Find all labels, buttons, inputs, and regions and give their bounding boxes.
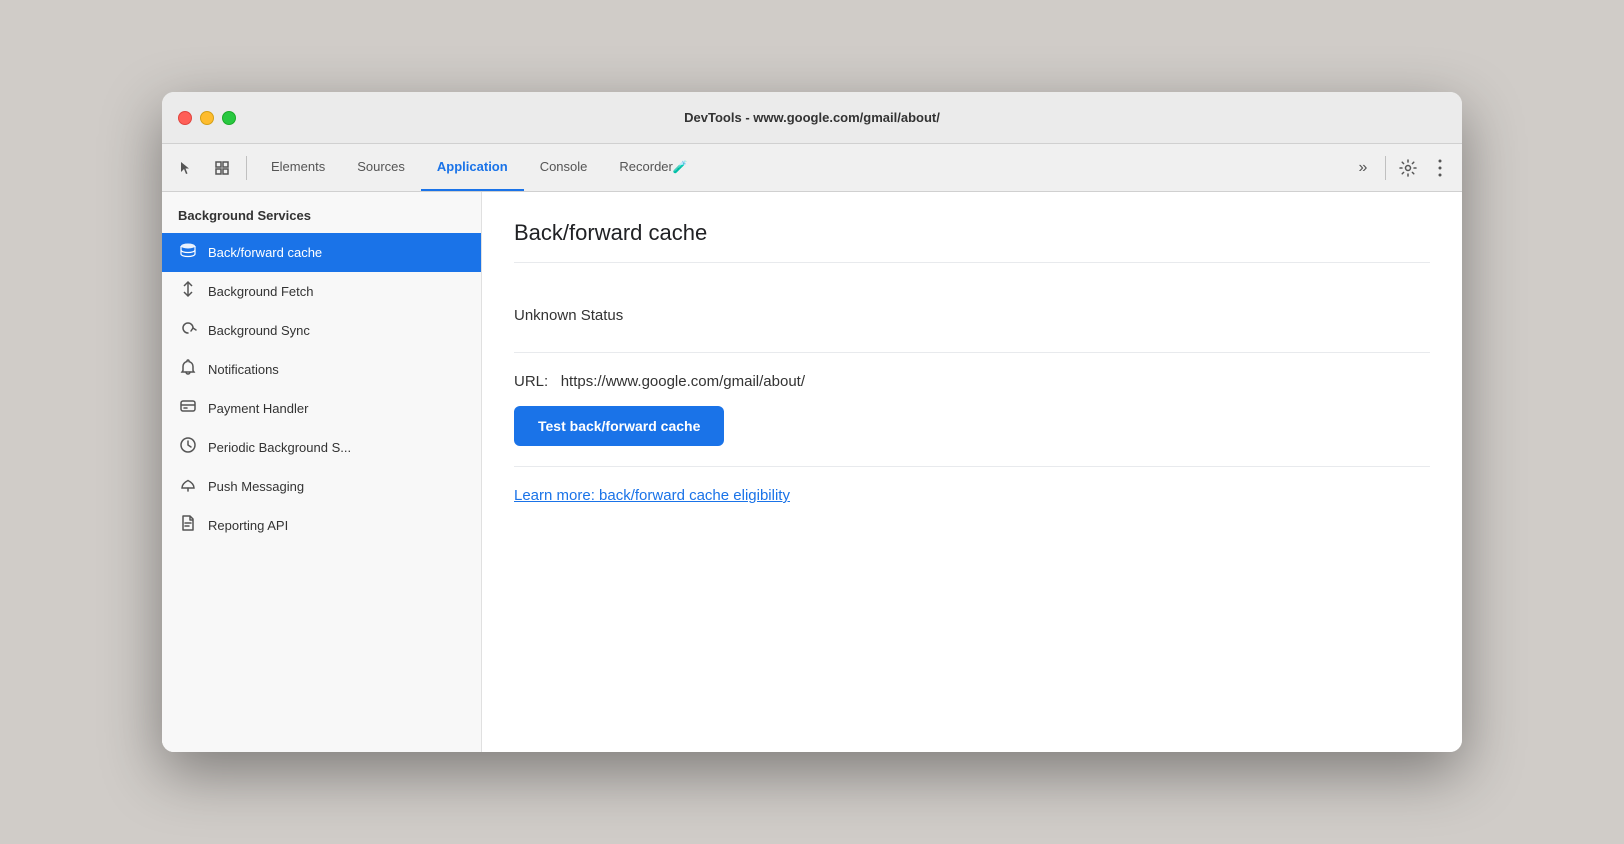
status-label: Unknown Status — [514, 307, 1430, 324]
sidebar-item-label-background-fetch: Background Fetch — [208, 284, 314, 299]
notifications-icon — [178, 358, 198, 381]
toolbar-divider — [246, 156, 247, 180]
learn-more-section: Learn more: back/forward cache eligibili… — [514, 467, 1430, 525]
test-cache-button[interactable]: Test back/forward cache — [514, 406, 724, 446]
sidebar-item-reporting-api[interactable]: Reporting API — [162, 506, 481, 545]
url-value: https://www.google.com/gmail/about/ — [561, 373, 805, 390]
maximize-button[interactable] — [222, 111, 236, 125]
url-label: URL: — [514, 373, 548, 390]
toolbar: Elements Sources Application Console Rec… — [162, 144, 1462, 192]
background-fetch-icon — [178, 280, 198, 303]
content-title: Back/forward cache — [514, 220, 1430, 263]
sidebar-item-payment-handler[interactable]: Payment Handler — [162, 389, 481, 428]
traffic-lights — [178, 111, 236, 125]
inspect-element-button[interactable] — [206, 154, 238, 182]
push-messaging-icon — [178, 475, 198, 498]
sidebar-item-label-payment-handler: Payment Handler — [208, 401, 308, 416]
tab-recorder[interactable]: Recorder 🧪 — [603, 144, 703, 191]
sidebar-item-label-reporting-api: Reporting API — [208, 518, 288, 533]
reporting-api-icon — [178, 514, 198, 537]
sidebar-item-label-periodic-background: Periodic Background S... — [208, 440, 351, 455]
devtools-window: DevTools - www.google.com/gmail/about/ E… — [162, 92, 1462, 752]
more-tabs-button[interactable]: » — [1349, 154, 1377, 182]
window-title: DevTools - www.google.com/gmail/about/ — [684, 110, 940, 125]
payment-handler-icon — [178, 397, 198, 420]
settings-button[interactable] — [1394, 154, 1422, 182]
content-panel: Back/forward cache Unknown Status URL: h… — [482, 192, 1462, 752]
sidebar: Background Services Back/forward cache — [162, 192, 482, 752]
url-display: URL: https://www.google.com/gmail/about/ — [514, 373, 1430, 390]
sidebar-item-back-forward-cache[interactable]: Back/forward cache — [162, 233, 481, 272]
url-section: URL: https://www.google.com/gmail/about/… — [514, 353, 1430, 467]
periodic-background-icon — [178, 436, 198, 459]
tab-elements[interactable]: Elements — [255, 144, 341, 191]
main-area: Background Services Back/forward cache — [162, 192, 1462, 752]
sidebar-item-push-messaging[interactable]: Push Messaging — [162, 467, 481, 506]
close-button[interactable] — [178, 111, 192, 125]
sidebar-item-label-back-forward-cache: Back/forward cache — [208, 245, 322, 260]
toolbar-right: » — [1349, 154, 1454, 182]
title-bar: DevTools - www.google.com/gmail/about/ — [162, 92, 1462, 144]
sidebar-item-label-push-messaging: Push Messaging — [208, 479, 304, 494]
toolbar-divider-right — [1385, 156, 1386, 180]
sidebar-item-background-fetch[interactable]: Background Fetch — [162, 272, 481, 311]
sidebar-item-background-sync[interactable]: Background Sync — [162, 311, 481, 350]
tab-console[interactable]: Console — [524, 144, 604, 191]
learn-more-link[interactable]: Learn more: back/forward cache eligibili… — [514, 487, 790, 504]
sidebar-item-label-background-sync: Background Sync — [208, 323, 310, 338]
sidebar-item-label-notifications: Notifications — [208, 362, 279, 377]
sidebar-item-notifications[interactable]: Notifications — [162, 350, 481, 389]
background-sync-icon — [178, 319, 198, 342]
tab-sources[interactable]: Sources — [341, 144, 421, 191]
sidebar-item-periodic-background[interactable]: Periodic Background S... — [162, 428, 481, 467]
sidebar-section-title: Background Services — [162, 208, 481, 233]
more-options-button[interactable] — [1426, 154, 1454, 182]
status-section: Unknown Status — [514, 287, 1430, 353]
tabs: Elements Sources Application Console Rec… — [255, 144, 1345, 191]
back-forward-cache-icon — [178, 241, 198, 264]
cursor-tool-button[interactable] — [170, 154, 202, 182]
minimize-button[interactable] — [200, 111, 214, 125]
tab-application[interactable]: Application — [421, 144, 524, 191]
